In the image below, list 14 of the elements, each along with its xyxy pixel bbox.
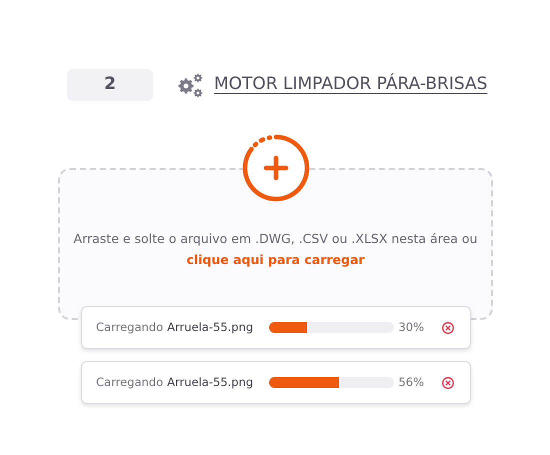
gears-icon xyxy=(177,72,205,98)
add-file-icon[interactable] xyxy=(242,134,310,202)
upload-link[interactable]: clique aqui para carregar xyxy=(186,250,365,270)
file-name: Arruela-55.png xyxy=(167,374,254,391)
progress-percent: 30% xyxy=(398,318,424,336)
drop-instructions: Arraste e solte o arquivo em .DWG, .CSV ou .XLSX nesta área ou xyxy=(74,230,478,248)
cancel-icon[interactable] xyxy=(442,376,454,388)
upload-status: Carregando xyxy=(96,318,164,336)
cancel-icon[interactable] xyxy=(442,322,454,334)
upload-status: Carregando xyxy=(96,374,164,391)
file-name: Arruela-55.png xyxy=(167,318,254,336)
progress-percent: 56% xyxy=(398,374,424,391)
count-badge: 2 xyxy=(67,69,153,101)
title-link[interactable]: MOTOR LIMPADOR PÁRA-BRISAS xyxy=(214,72,488,98)
